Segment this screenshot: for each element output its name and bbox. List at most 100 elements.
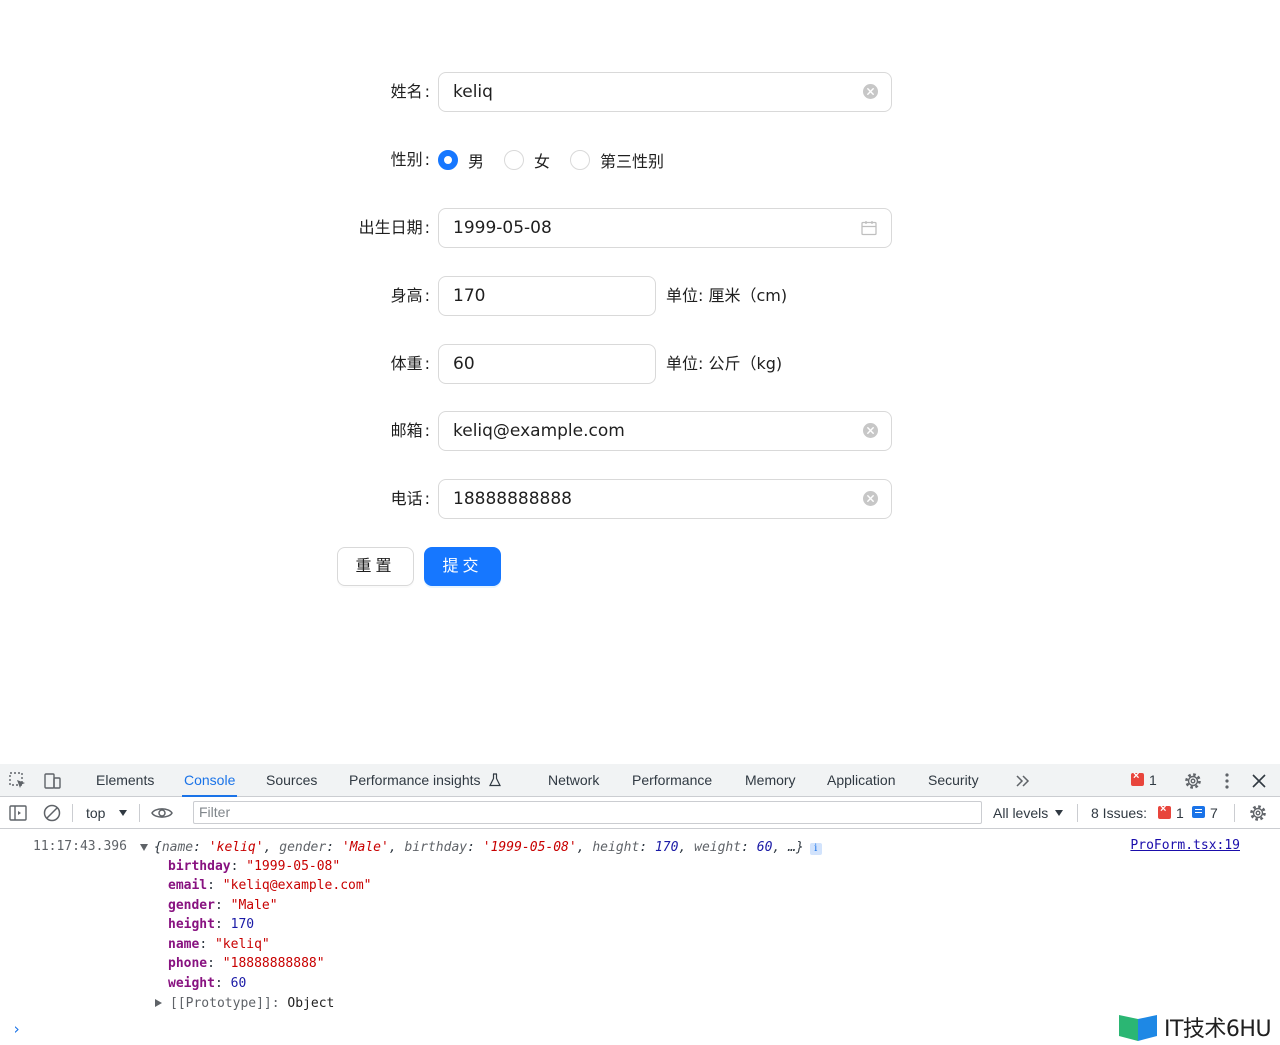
height-value: 170 — [453, 286, 486, 306]
filter-input[interactable]: Filter — [193, 801, 982, 824]
weight-value: 60 — [453, 354, 475, 374]
gender-radio-group: 男 女 第三性别 — [438, 140, 684, 180]
radio-unchecked-icon[interactable] — [504, 150, 525, 170]
device-toolbar-icon[interactable] — [42, 771, 62, 791]
unit-value: 厘米（cm) — [708, 286, 788, 305]
kebab-menu-icon[interactable] — [1217, 771, 1237, 791]
birthday-form-item: 出生日期 1999-05-08 — [0, 208, 1280, 248]
divider — [1077, 804, 1078, 822]
radio-label: 男 — [468, 152, 485, 171]
phone-form-item: 电话 18888888888 — [0, 479, 1280, 519]
radio-third-gender[interactable]: 第三性别 — [570, 148, 664, 172]
birthday-value: 1999-05-08 — [453, 218, 552, 238]
error-count[interactable]: 1 — [1149, 764, 1157, 797]
log-timestamp: 11:17:43.396 — [33, 839, 127, 854]
birthday-label: 出生日期 — [359, 208, 430, 248]
reset-button[interactable]: 重置 — [337, 547, 414, 586]
weight-input[interactable]: 60 — [438, 344, 656, 384]
name-input-value: keliq — [453, 82, 493, 102]
dropdown-arrow-icon — [119, 810, 128, 816]
object-property: height170 — [168, 917, 254, 932]
radio-unchecked-icon[interactable] — [570, 150, 591, 170]
devtools-panel: Elements Console Sources Performance ins… — [0, 764, 1280, 1045]
unit-label: 单位 — [666, 286, 709, 305]
issues-error-count[interactable]: 1 — [1176, 797, 1184, 829]
close-icon[interactable] — [1249, 771, 1269, 791]
eye-icon[interactable] — [150, 803, 174, 823]
pro-form: 姓名 keliq 性别 男 女 第三性别 出生日期 — [0, 0, 1280, 760]
log-object-summary[interactable]: {name: 'keliq', gender: 'Male', birthday… — [140, 840, 822, 855]
radio-checked-icon[interactable] — [438, 150, 458, 170]
issues-message-count[interactable]: 7 — [1210, 797, 1218, 829]
context-selector[interactable]: top — [86, 797, 128, 829]
flask-icon — [489, 773, 502, 787]
submit-button[interactable]: 提交 — [424, 547, 501, 586]
radio-label: 第三性别 — [600, 152, 665, 171]
issues-error-icon[interactable] — [1158, 803, 1171, 819]
error-icon[interactable] — [1131, 770, 1144, 786]
console-toolbar: top Filter All levels 8 Issues: 1 7 — [0, 797, 1280, 829]
watermark: IT技术6HU — [1118, 1010, 1272, 1044]
clear-console-icon[interactable] — [42, 803, 62, 823]
divider — [1234, 804, 1235, 822]
clear-icon[interactable] — [863, 491, 878, 506]
height-form-item: 身高 170 单位厘米（cm) — [0, 276, 1280, 316]
unit-label: 单位 — [666, 354, 709, 373]
tab-performance-insights[interactable]: Performance insights — [349, 764, 502, 797]
name-label: 姓名 — [391, 72, 430, 112]
gear-icon[interactable] — [1183, 771, 1203, 791]
expand-triangle-icon[interactable] — [140, 844, 148, 851]
gender-form-item: 性别 男 女 第三性别 — [0, 140, 1280, 180]
name-form-item: 姓名 keliq — [0, 72, 1280, 112]
name-input[interactable]: keliq — [438, 72, 892, 112]
levels-label: All levels — [993, 805, 1049, 821]
weight-form-item: 体重 60 单位公斤（kg) — [0, 344, 1280, 384]
log-levels-dropdown[interactable]: All levels — [993, 797, 1064, 829]
dropdown-arrow-icon — [1055, 810, 1064, 816]
unit-value: 公斤（kg) — [708, 354, 783, 373]
object-property: weight60 — [168, 976, 246, 991]
radio-male[interactable]: 男 — [438, 148, 484, 172]
console-settings-gear-icon[interactable] — [1248, 803, 1268, 823]
email-label: 邮箱 — [391, 411, 430, 451]
prototype-entry[interactable]: [[Prototype]]Object — [155, 996, 334, 1011]
height-input[interactable]: 170 — [438, 276, 656, 316]
radio-female[interactable]: 女 — [504, 148, 550, 172]
inspect-element-icon[interactable] — [8, 771, 28, 791]
weight-label: 体重 — [391, 344, 430, 384]
email-input[interactable]: keliq@example.com — [438, 411, 892, 451]
tab-elements[interactable]: Elements — [96, 764, 154, 797]
tab-console[interactable]: Console — [182, 764, 238, 797]
weight-unit: 单位公斤（kg) — [666, 344, 782, 384]
gender-label: 性别 — [391, 140, 430, 180]
phone-label: 电话 — [391, 479, 430, 519]
clear-icon[interactable] — [863, 84, 878, 99]
divider — [72, 804, 73, 822]
tab-sources[interactable]: Sources — [266, 764, 317, 797]
chevron-double-right-icon[interactable] — [1013, 771, 1033, 791]
tab-application[interactable]: Application — [827, 764, 896, 797]
radio-label: 女 — [534, 152, 551, 171]
tab-memory[interactable]: Memory — [745, 764, 796, 797]
phone-input[interactable]: 18888888888 — [438, 479, 892, 519]
source-link[interactable]: ProForm.tsx:19 — [1130, 838, 1240, 853]
object-property: phone"18888888888" — [168, 956, 325, 971]
console-prompt-icon[interactable]: › — [12, 1020, 21, 1038]
tab-performance[interactable]: Performance — [632, 764, 712, 797]
sidebar-toggle-icon[interactable] — [8, 803, 28, 823]
email-form-item: 邮箱 keliq@example.com — [0, 411, 1280, 451]
birthday-date-picker[interactable]: 1999-05-08 — [438, 208, 892, 248]
object-property: email"keliq@example.com" — [168, 878, 372, 893]
tab-security[interactable]: Security — [928, 764, 979, 797]
clear-icon[interactable] — [863, 423, 878, 438]
phone-value: 18888888888 — [453, 489, 572, 509]
tab-network[interactable]: Network — [548, 764, 599, 797]
watermark-text: IT技术6HU — [1164, 1017, 1272, 1042]
issues-label[interactable]: 8 Issues: — [1091, 797, 1147, 829]
issues-message-icon[interactable] — [1192, 806, 1205, 818]
info-icon[interactable]: i — [809, 843, 822, 855]
object-property: gender"Male" — [168, 898, 278, 913]
calendar-icon[interactable] — [860, 219, 878, 237]
divider — [139, 804, 140, 822]
expand-triangle-icon[interactable] — [155, 999, 162, 1007]
